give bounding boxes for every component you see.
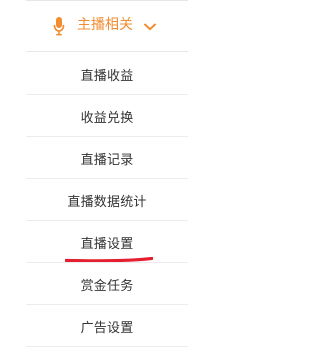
menu-item-label: 直播记录 — [80, 153, 134, 168]
menu-item-live-income[interactable]: 直播收益 — [26, 53, 188, 95]
microphone-icon — [53, 16, 65, 35]
menu-item-label: 直播设置 — [80, 237, 134, 252]
chevron-down-icon — [144, 23, 156, 30]
menu-item-label: 直播收益 — [80, 69, 134, 84]
menu-item-bounty-tasks[interactable]: 赏金任务 — [26, 263, 188, 305]
menu-item-label: 收益兑换 — [80, 111, 134, 126]
anchor-menu-title: 主播相关 — [77, 16, 133, 33]
menu-item-live-statistics[interactable]: 直播数据统计 — [26, 179, 188, 221]
menu-item-ad-settings[interactable]: 广告设置 — [26, 305, 188, 347]
highlight-underline — [65, 257, 153, 262]
menu-item-label: 赏金任务 — [80, 279, 134, 294]
anchor-side-menu: 主播相关 直播收益 收益兑换 直播记录 直播数据统计 直播设置 赏金任务 广告设… — [0, 0, 204, 362]
menu-item-income-exchange[interactable]: 收益兑换 — [26, 95, 188, 137]
menu-item-label: 直播数据统计 — [67, 195, 147, 210]
anchor-menu-header-content: 主播相关 — [26, 0, 188, 52]
anchor-menu-header[interactable]: 主播相关 — [26, 0, 188, 52]
menu-item-live-records[interactable]: 直播记录 — [26, 137, 188, 179]
menu-item-label: 广告设置 — [80, 321, 134, 336]
